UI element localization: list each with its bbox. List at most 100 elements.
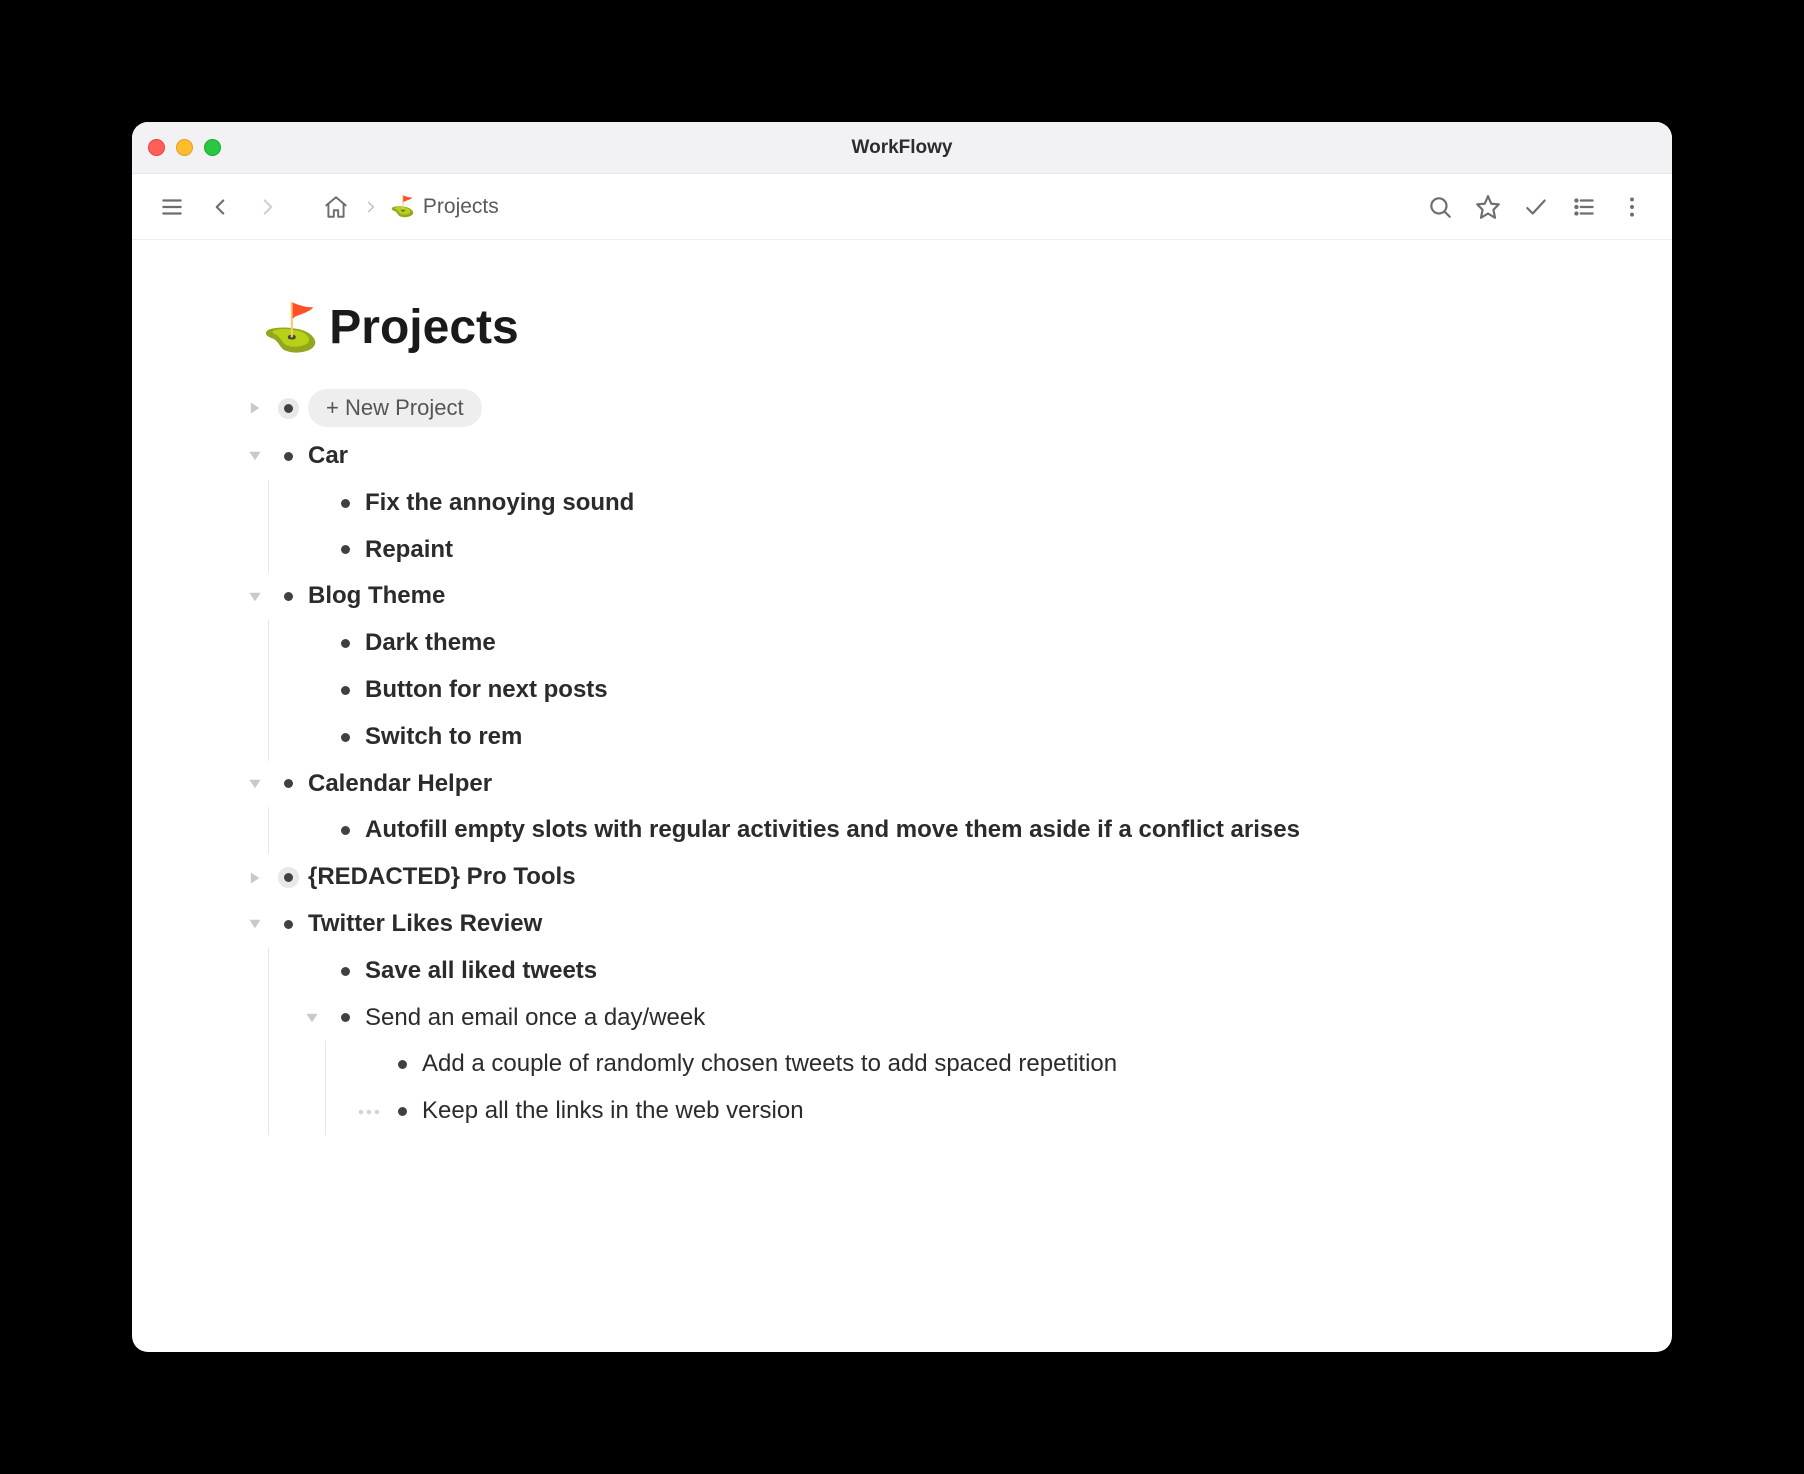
bullet[interactable] [278, 914, 298, 934]
bullet[interactable] [278, 868, 298, 888]
expand-toggle[interactable] [242, 590, 268, 604]
item-row[interactable]: Button for next posts [299, 667, 1562, 714]
home-button[interactable] [314, 185, 358, 229]
minimize-window-button[interactable] [176, 139, 193, 156]
hamburger-icon [159, 194, 185, 220]
bullet[interactable] [278, 587, 298, 607]
document-area[interactable]: ⛳ Projects + New Project [132, 240, 1672, 1352]
expand-toggle[interactable] [242, 401, 268, 415]
ellipsis-icon [358, 1109, 380, 1115]
search-button[interactable] [1418, 185, 1462, 229]
kebab-icon [1619, 194, 1645, 220]
traffic-lights [148, 139, 221, 156]
item-row[interactable]: Twitter Likes Review [242, 901, 1562, 948]
expand-toggle[interactable] [242, 449, 268, 463]
nav-back-button[interactable] [198, 185, 242, 229]
bullet[interactable] [335, 727, 355, 747]
complete-button[interactable] [1514, 185, 1558, 229]
item-row[interactable]: Add a couple of randomly chosen tweets t… [356, 1041, 1562, 1088]
node-text[interactable]: Autofill empty slots with regular activi… [365, 813, 1562, 848]
page-title-emoji: ⛳ [262, 300, 319, 355]
bullet[interactable] [335, 821, 355, 841]
breadcrumb-separator [362, 198, 380, 216]
node-text[interactable]: Dark theme [365, 626, 1562, 661]
bullet[interactable] [278, 774, 298, 794]
zoom-window-button[interactable] [204, 139, 221, 156]
node-text[interactable]: Switch to rem [365, 720, 1562, 755]
node-title[interactable]: Car [308, 439, 1562, 474]
bullet[interactable] [335, 634, 355, 654]
item-row[interactable]: Keep all the links in the web version [356, 1088, 1562, 1135]
children: Autofill empty slots with regular activi… [268, 807, 1562, 854]
search-icon [1427, 194, 1453, 220]
expand-toggle[interactable] [242, 871, 268, 885]
node-new-project: + New Project [242, 383, 1562, 433]
star-icon [1475, 194, 1501, 220]
node-email: Send an email once a day/week Add a coup… [299, 995, 1562, 1135]
triangle-down-icon [305, 1011, 319, 1025]
node-text[interactable]: Send an email once a day/week [365, 1001, 1562, 1036]
item-row[interactable]: Save all liked tweets [299, 948, 1562, 995]
bullet[interactable] [392, 1055, 412, 1075]
node-text[interactable]: Button for next posts [365, 673, 1562, 708]
node-text[interactable]: Save all liked tweets [365, 954, 1562, 989]
node-text[interactable]: Repaint [365, 533, 1562, 568]
close-window-button[interactable] [148, 139, 165, 156]
more-button[interactable] [1610, 185, 1654, 229]
bullet[interactable] [392, 1102, 412, 1122]
triangle-down-icon [248, 777, 262, 791]
app-window: WorkFlowy ⛳ Projects [132, 122, 1672, 1352]
row-menu-button[interactable] [356, 1109, 382, 1115]
bullet[interactable] [335, 961, 355, 981]
node-calendar-helper: Calendar Helper Autofill empty slots wit… [242, 761, 1562, 855]
item-row[interactable]: Autofill empty slots with regular activi… [299, 807, 1562, 854]
bullet[interactable] [335, 540, 355, 560]
item-row[interactable]: Blog Theme [242, 573, 1562, 620]
breadcrumb-projects[interactable]: ⛳ Projects [384, 191, 505, 223]
item-row[interactable]: Calendar Helper [242, 761, 1562, 808]
bullet[interactable] [278, 398, 298, 418]
node-title[interactable]: Twitter Likes Review [308, 907, 1562, 942]
item-row[interactable]: {REDACTED} Pro Tools [242, 854, 1562, 901]
item-row[interactable]: Dark theme [299, 620, 1562, 667]
triangle-right-icon [248, 871, 262, 885]
bullet[interactable] [335, 493, 355, 513]
item-row[interactable]: + New Project [242, 383, 1562, 433]
toolbar: ⛳ Projects [132, 174, 1672, 240]
node-text[interactable]: Fix the annoying sound [365, 486, 1562, 521]
children: Save all liked tweets Send an email once… [268, 948, 1562, 1135]
window-title: WorkFlowy [132, 137, 1672, 159]
node-text[interactable]: Add a couple of randomly chosen tweets t… [422, 1047, 1562, 1082]
bullet[interactable] [278, 446, 298, 466]
list-view-button[interactable] [1562, 185, 1606, 229]
children: Dark theme Button for next posts Switch … [268, 620, 1562, 760]
bullet[interactable] [335, 680, 355, 700]
children: Fix the annoying sound Repaint [268, 480, 1562, 574]
home-icon [323, 194, 349, 220]
item-row[interactable]: Fix the annoying sound [299, 480, 1562, 527]
item-row[interactable]: Car [242, 433, 1562, 480]
children: Add a couple of randomly chosen tweets t… [325, 1041, 1562, 1135]
expand-toggle[interactable] [299, 1011, 325, 1025]
check-icon [1523, 194, 1549, 220]
page-title[interactable]: ⛳ Projects [242, 300, 1562, 355]
expand-toggle[interactable] [242, 777, 268, 791]
bullet[interactable] [335, 1008, 355, 1028]
node-title[interactable]: Calendar Helper [308, 767, 1562, 802]
node-text[interactable]: Keep all the links in the web version [422, 1094, 1562, 1129]
node-blog-theme: Blog Theme Dark theme Button for next po… [242, 573, 1562, 760]
node-title[interactable]: Blog Theme [308, 579, 1562, 614]
item-row[interactable]: Repaint [299, 527, 1562, 574]
item-row[interactable]: Switch to rem [299, 714, 1562, 761]
node-title[interactable]: {REDACTED} Pro Tools [308, 860, 1562, 895]
titlebar: WorkFlowy [132, 122, 1672, 174]
node-car: Car Fix the annoying sound Repaint [242, 433, 1562, 573]
expand-toggle[interactable] [242, 917, 268, 931]
triangle-down-icon [248, 449, 262, 463]
star-button[interactable] [1466, 185, 1510, 229]
chevron-left-icon [207, 194, 233, 220]
item-row[interactable]: Send an email once a day/week [299, 995, 1562, 1042]
nav-forward-button[interactable] [246, 185, 290, 229]
new-project-button[interactable]: + New Project [308, 389, 482, 427]
menu-button[interactable] [150, 185, 194, 229]
